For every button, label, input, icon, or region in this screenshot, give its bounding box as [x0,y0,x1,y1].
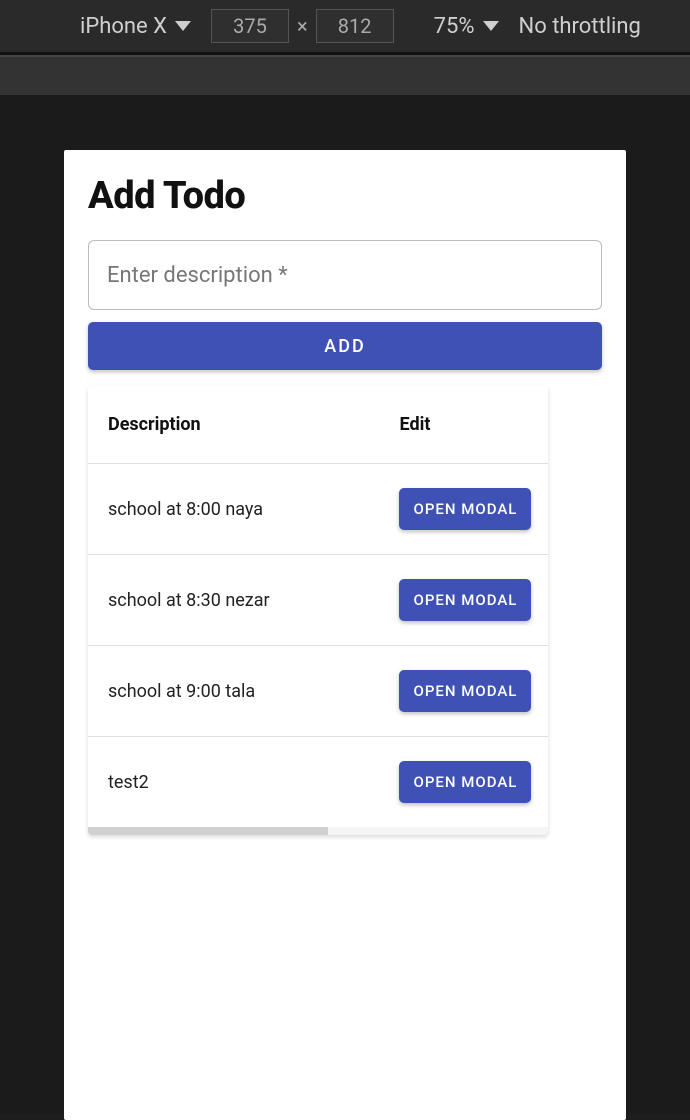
throttling-value: No throttling [519,14,641,39]
devtools-device-toolbar: iPhone X × 75% No throttling [0,0,690,55]
table-header-row: Description Edit [88,386,548,464]
device-name: iPhone X [80,14,167,39]
dimension-separator: × [289,14,316,38]
chevron-down-icon [175,21,191,31]
open-modal-button[interactable]: OPEN MODAL [399,579,531,621]
width-input[interactable] [211,9,289,43]
cell-description: school at 8:00 naya [88,464,379,555]
col-header-description: Description [88,386,379,464]
chevron-down-icon [483,21,499,31]
horizontal-scrollbar[interactable] [88,827,548,835]
open-modal-button[interactable]: OPEN MODAL [399,488,531,530]
page-title: Add Todo [88,174,602,218]
zoom-select[interactable]: 75% [434,14,499,39]
table-row: school at 9:00 tala OPEN MODAL [88,646,548,737]
todo-table-container[interactable]: Description Edit school at 8:00 naya OPE… [88,386,548,835]
dimension-controls: × [211,9,394,43]
device-frame: Add Todo ADD Description Edit school at … [64,150,626,1120]
table-row: test2 OPEN MODAL [88,737,548,828]
table-row: school at 8:00 naya OPEN MODAL [88,464,548,555]
height-input[interactable] [316,9,394,43]
description-input[interactable] [88,240,602,310]
cell-edit: OPEN MODAL [379,464,548,555]
zoom-value: 75% [434,14,475,39]
todo-table: Description Edit school at 8:00 naya OPE… [88,386,548,828]
throttling-select[interactable]: No throttling [519,14,641,39]
add-button[interactable]: ADD [88,322,602,370]
cell-description: test2 [88,737,379,828]
col-header-edit: Edit [379,386,548,464]
open-modal-button[interactable]: OPEN MODAL [399,670,531,712]
table-row: school at 8:30 nezar OPEN MODAL [88,555,548,646]
cell-edit: OPEN MODAL [379,555,548,646]
viewport-area: Add Todo ADD Description Edit school at … [0,95,690,1114]
cell-edit: OPEN MODAL [379,646,548,737]
open-modal-button[interactable]: OPEN MODAL [399,761,531,803]
scrollbar-thumb[interactable] [88,827,328,835]
cell-description: school at 9:00 tala [88,646,379,737]
cell-description: school at 8:30 nezar [88,555,379,646]
device-select[interactable]: iPhone X [80,14,191,39]
cell-edit: OPEN MODAL [379,737,548,828]
devtools-ruler [0,55,690,95]
